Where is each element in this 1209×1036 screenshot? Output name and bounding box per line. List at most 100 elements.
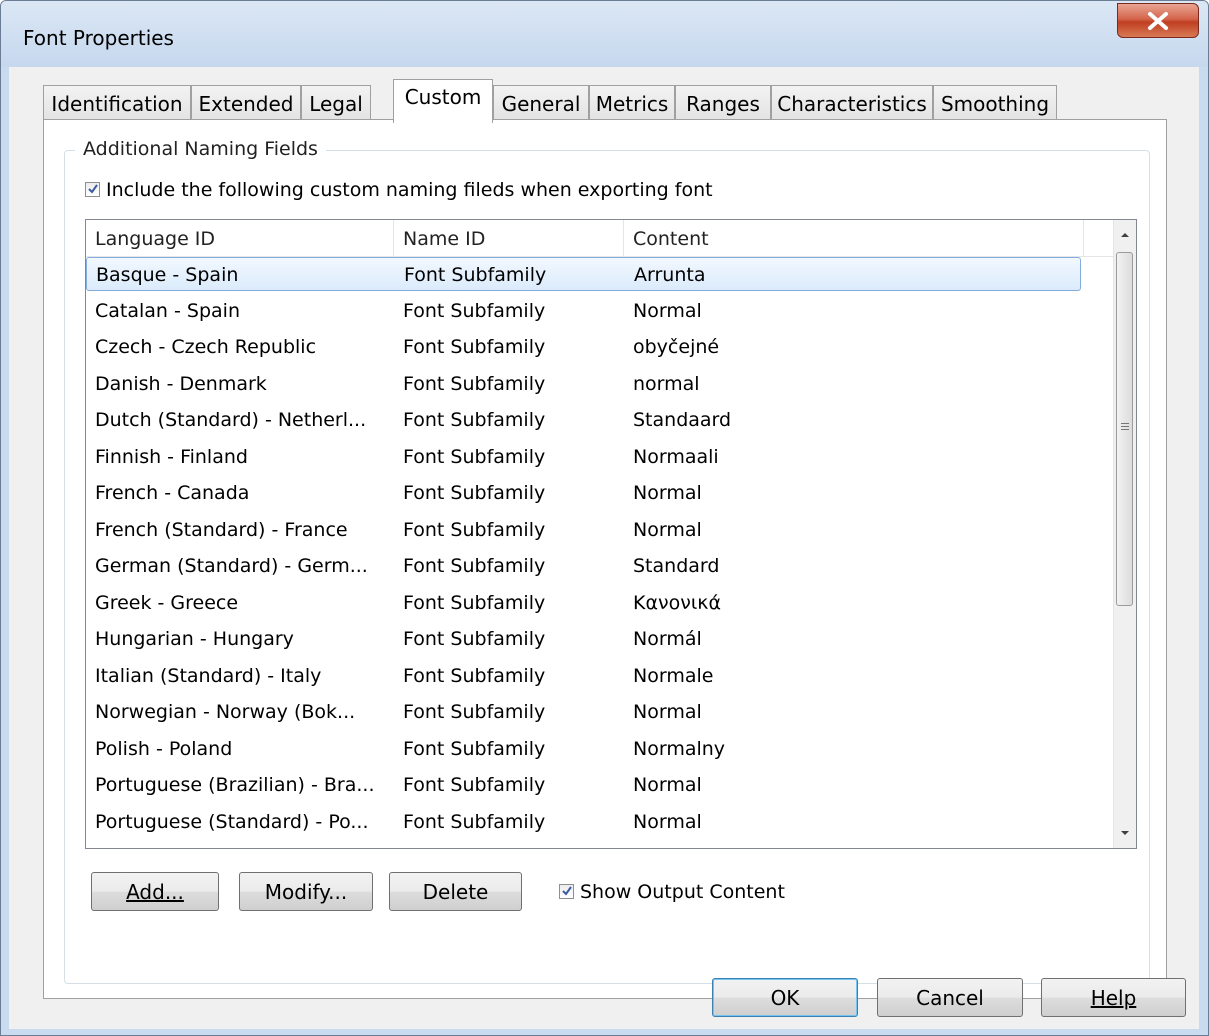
tab-general[interactable]: General (493, 85, 589, 122)
tab-custom[interactable]: Custom (393, 79, 493, 123)
cell-content: Arrunta (634, 264, 706, 286)
close-icon (1148, 12, 1168, 30)
cell-name-id: Font Subfamily (403, 409, 546, 431)
tab-ranges[interactable]: Ranges (675, 85, 771, 122)
help-button[interactable]: Help (1041, 978, 1186, 1017)
cell-name-id: Font Subfamily (403, 737, 546, 760)
table-row[interactable]: Basque - Spain Font Subfamily Arrunta (86, 257, 1081, 291)
show-output-checkbox[interactable] (559, 883, 574, 899)
column-header-language-id[interactable]: Language ID (86, 220, 394, 256)
cell-language-id: Hungarian - Hungary (95, 628, 294, 650)
column-header-name-id[interactable]: Name ID (394, 220, 624, 256)
additional-naming-fields-group: Additional Naming Fields Include the fol… (64, 138, 1150, 984)
cell-name-id: Font Subfamily (403, 555, 546, 577)
table-row[interactable]: Polish - Poland Font Subfamily Normalny (86, 732, 1081, 766)
dialog-client-area: Identification Extended Legal Custom Gen… (9, 67, 1199, 1029)
cell-content: Normal (633, 701, 702, 723)
table-row[interactable]: Czech - Czech Republic Font Subfamily ob… (86, 330, 1081, 364)
cell-name-id: Font Subfamily (403, 336, 546, 358)
tab-smoothing[interactable]: Smoothing (933, 85, 1057, 122)
naming-fields-list[interactable]: Language ID Name ID Content Basque - Spa… (85, 219, 1137, 849)
scrollbar-thumb[interactable] (1116, 252, 1133, 606)
font-properties-dialog: Font Properties Identification Extended … (0, 0, 1209, 1036)
cell-language-id: Portuguese (Brazilian) - Bra... (95, 774, 375, 796)
table-row[interactable]: Portuguese (Standard) - Po... Font Subfa… (86, 805, 1081, 839)
custom-tab-panel: Additional Naming Fields Include the fol… (43, 119, 1167, 999)
group-legend: Additional Naming Fields (75, 138, 326, 160)
include-custom-fields-option[interactable]: Include the following custom naming file… (85, 179, 713, 201)
help-button-label: Help (1090, 986, 1137, 1010)
checkmark-icon (88, 183, 98, 194)
cell-content: Normaali (633, 445, 719, 468)
table-row[interactable]: Norwegian - Norway (Bok... Font Subfamil… (86, 695, 1081, 729)
tab-legal[interactable]: Legal (301, 85, 371, 122)
cell-language-id: Finnish - Finland (95, 445, 248, 468)
tab-identification[interactable]: Identification (43, 85, 191, 122)
cell-name-id: Font Subfamily (403, 518, 546, 541)
cell-name-id: Font Subfamily (403, 774, 546, 796)
scroll-up-arrow-icon[interactable] (1118, 230, 1132, 240)
checkmark-icon (562, 885, 572, 896)
table-row[interactable]: German (Standard) - Germ... Font Subfami… (86, 549, 1081, 583)
table-row[interactable]: Finnish - Finland Font Subfamily Normaal… (86, 440, 1081, 474)
cell-content: Normal (633, 774, 702, 796)
cell-name-id: Font Subfamily (403, 810, 546, 833)
include-label: Include the following custom naming file… (106, 179, 713, 201)
cell-name-id: Font Subfamily (404, 264, 547, 286)
close-button[interactable] (1117, 3, 1199, 38)
table-row[interactable]: French - Canada Font Subfamily Normal (86, 476, 1081, 510)
list-header: Language ID Name ID Content (86, 220, 1116, 257)
scroll-down-arrow-icon[interactable] (1118, 828, 1132, 838)
cell-name-id: Font Subfamily (403, 701, 546, 723)
include-checkbox[interactable] (85, 181, 100, 197)
add-button[interactable]: Add... (91, 872, 219, 911)
show-output-content-option[interactable]: Show Output Content (559, 881, 785, 903)
column-header-content[interactable]: Content (624, 220, 1084, 256)
cell-name-id: Font Subfamily (403, 299, 546, 322)
delete-button[interactable]: Delete (389, 872, 522, 911)
cell-content: obyčejné (633, 336, 720, 358)
cell-content: normal (633, 372, 700, 395)
table-row[interactable]: Hungarian - Hungary Font Subfamily Normá… (86, 622, 1081, 656)
tab-characteristics[interactable]: Characteristics (771, 85, 933, 122)
cancel-button[interactable]: Cancel (877, 978, 1023, 1017)
cell-name-id: Font Subfamily (403, 591, 546, 614)
thumb-grip-icon (1121, 423, 1129, 432)
cell-content: Κανονικά (633, 591, 721, 614)
cell-language-id: Norwegian - Norway (Bok... (95, 701, 356, 723)
table-row[interactable]: Dutch (Standard) - Netherl... Font Subfa… (86, 403, 1081, 437)
delete-button-label: Delete (422, 880, 489, 904)
cell-content: Normalny (633, 737, 726, 760)
ok-button[interactable]: OK (712, 978, 858, 1017)
cell-language-id: Portuguese (Standard) - Po... (95, 810, 369, 833)
modify-button[interactable]: Modify... (239, 872, 373, 911)
cell-language-id: Italian (Standard) - Italy (95, 664, 322, 687)
cell-language-id: Polish - Poland (95, 737, 233, 760)
table-row[interactable]: Portuguese (Brazilian) - Bra... Font Sub… (86, 768, 1081, 802)
cell-language-id: German (Standard) - Germ... (95, 555, 368, 577)
table-row[interactable]: Danish - Denmark Font Subfamily normal (86, 367, 1081, 401)
window-title: Font Properties (23, 26, 174, 50)
tab-metrics[interactable]: Metrics (589, 85, 675, 122)
table-row[interactable]: Italian (Standard) - Italy Font Subfamil… (86, 659, 1081, 693)
table-row[interactable]: Catalan - Spain Font Subfamily Normal (86, 294, 1081, 328)
cell-language-id: Greek - Greece (95, 591, 239, 614)
cell-content: Normal (633, 810, 702, 833)
cell-content: Normal (633, 518, 702, 541)
title-bar[interactable]: Font Properties (1, 1, 1208, 67)
tab-extended[interactable]: Extended (191, 85, 301, 122)
cell-language-id: French (Standard) - France (95, 518, 348, 541)
cell-language-id: Dutch (Standard) - Netherl... (95, 409, 367, 431)
cell-content: Normale (633, 664, 714, 687)
cell-content: Normál (633, 628, 702, 650)
cell-language-id: French - Canada (95, 482, 250, 504)
add-button-label: Add... (126, 880, 184, 904)
cell-name-id: Font Subfamily (403, 372, 546, 395)
vertical-scrollbar[interactable] (1113, 220, 1136, 848)
cell-language-id: Czech - Czech Republic (95, 336, 317, 358)
modify-button-label: Modify... (264, 880, 348, 904)
cancel-button-label: Cancel (916, 986, 984, 1010)
table-row[interactable]: French (Standard) - France Font Subfamil… (86, 513, 1081, 547)
table-row[interactable]: Greek - Greece Font Subfamily Κανονικά (86, 586, 1081, 620)
show-output-label: Show Output Content (580, 881, 785, 903)
